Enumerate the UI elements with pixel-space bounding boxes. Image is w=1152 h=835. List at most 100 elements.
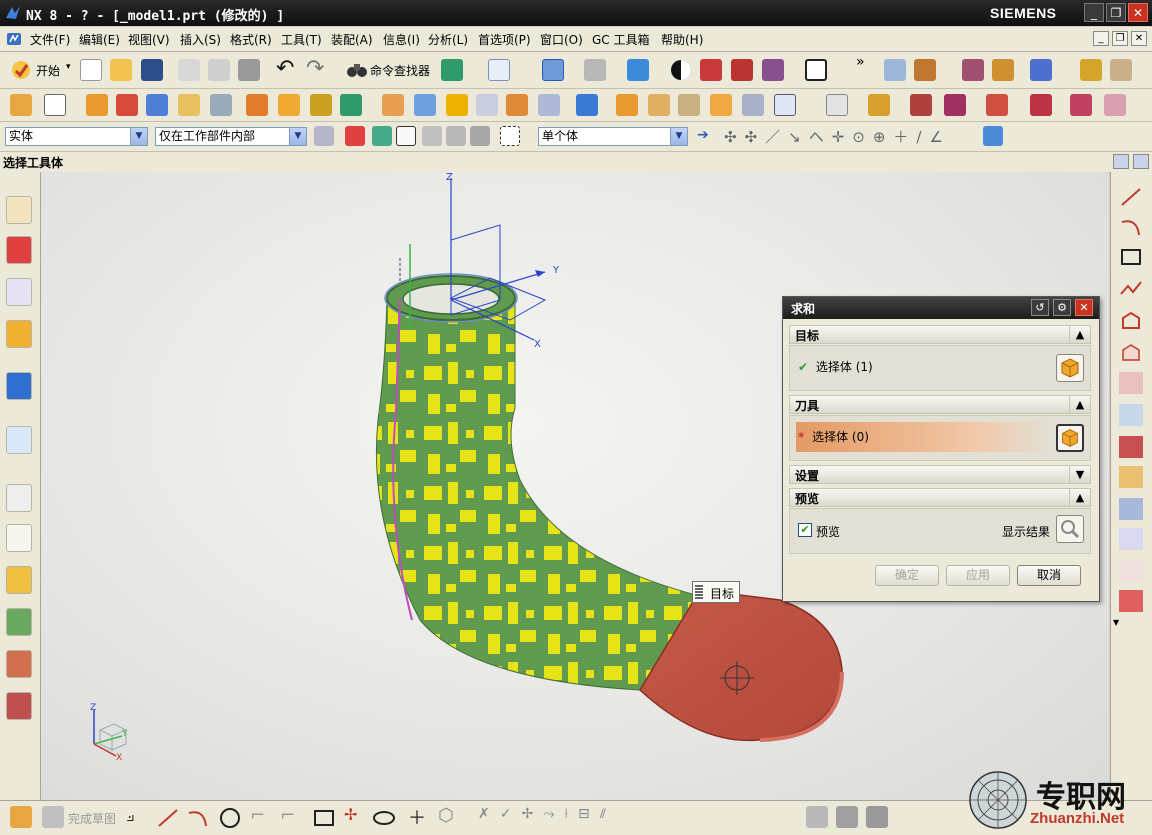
boss-icon[interactable] (178, 94, 200, 116)
start-button[interactable]: 开始 (36, 62, 60, 79)
menu-preferences[interactable]: 首选项(P) (478, 31, 531, 48)
rectangle-select-icon[interactable] (500, 126, 520, 146)
process-studio-icon[interactable] (6, 566, 32, 594)
menu-gc-toolkit[interactable]: GC 工具箱 (592, 31, 650, 48)
hd3d-tools-icon[interactable] (6, 372, 32, 400)
rectangle-icon[interactable] (1119, 246, 1143, 268)
close-button[interactable]: ✕ (1128, 3, 1148, 22)
animate-dimension-icon[interactable] (866, 806, 888, 828)
stack-icon[interactable] (884, 59, 906, 81)
app-menu-icon[interactable] (6, 31, 22, 47)
minimize-button[interactable]: _ (1084, 3, 1104, 22)
preview-checkbox[interactable]: ✔ (798, 523, 812, 537)
draft-icon[interactable] (538, 94, 560, 116)
constraint-display-icon[interactable] (806, 806, 828, 828)
menu-format[interactable]: 格式(R) (230, 31, 272, 48)
pattern-icon[interactable] (710, 94, 732, 116)
hole-icon[interactable] (146, 94, 168, 116)
pull-face-icon[interactable] (986, 94, 1008, 116)
menu-edit[interactable]: 编辑(E) (79, 31, 120, 48)
menu-file[interactable]: 文件(F) (30, 31, 70, 48)
roles-icon[interactable] (6, 650, 32, 678)
reuse-library-icon[interactable] (6, 320, 32, 348)
delete-face-icon[interactable] (910, 94, 932, 116)
wcs-icon[interactable] (914, 59, 936, 81)
copy-icon[interactable] (208, 59, 230, 81)
rectangle-icon[interactable] (312, 807, 336, 829)
slot-icon[interactable] (278, 94, 300, 116)
brush-icon[interactable] (1110, 59, 1132, 81)
point-icon[interactable]: ＋ (408, 804, 426, 830)
finish-sketch-icon[interactable] (42, 806, 64, 828)
cylinder-icon[interactable] (616, 94, 638, 116)
toolbar-overflow[interactable]: » (856, 54, 865, 70)
resize-blend-icon[interactable] (944, 94, 966, 116)
visibility-icon[interactable] (762, 59, 784, 81)
extrude-icon[interactable] (86, 94, 108, 116)
doc-close-button[interactable]: ✕ (1131, 31, 1147, 46)
target-body[interactable] (375, 297, 701, 691)
layout-icon[interactable] (1133, 154, 1149, 169)
brush-select-icon[interactable] (470, 126, 490, 146)
profile-icon[interactable]: ⟓ (126, 805, 135, 826)
body-snap-icon[interactable] (983, 126, 1003, 146)
sync-move-icon[interactable] (826, 94, 848, 116)
sphere-icon[interactable] (678, 94, 700, 116)
text-curve-icon[interactable] (1119, 560, 1143, 582)
layer-icon[interactable] (731, 59, 753, 81)
menu-view[interactable]: 视图(V) (128, 31, 170, 48)
scroll-down-icon[interactable]: ▼ (1113, 618, 1119, 627)
cancel-button[interactable]: 取消 (1017, 565, 1081, 586)
spline-icon[interactable] (1119, 278, 1143, 300)
sketch-icon[interactable] (10, 94, 32, 116)
trim-body-icon[interactable] (382, 94, 404, 116)
ellipse-icon[interactable] (372, 807, 396, 829)
project-curve-icon[interactable] (1119, 404, 1143, 426)
reset-icon[interactable]: ↺ (1031, 299, 1049, 316)
line-icon[interactable] (156, 807, 180, 829)
start-icon[interactable] (10, 59, 32, 81)
apply-button[interactable]: 应用 (946, 565, 1010, 586)
datum-plane-icon[interactable] (44, 94, 66, 116)
unite-icon[interactable] (340, 94, 362, 116)
fit-view-icon[interactable] (542, 59, 564, 81)
arc-icon[interactable] (1119, 216, 1143, 238)
paste-face-icon[interactable] (1070, 94, 1092, 116)
offset-curve-icon[interactable] (1119, 372, 1143, 394)
chamfer-icon[interactable]: ⌐ (280, 805, 295, 826)
circle-icon[interactable] (218, 807, 242, 829)
select-all-icon[interactable] (345, 126, 365, 146)
command-finder-button[interactable]: 命令查找器 (370, 62, 430, 79)
tool-select-row[interactable]: * 选择体 (0) (798, 422, 1058, 452)
menu-insert[interactable]: 插入(S) (180, 31, 221, 48)
doc-minimize-button[interactable]: _ (1093, 31, 1109, 46)
menu-tools[interactable]: 工具(T) (281, 31, 322, 48)
start-dropdown-icon[interactable]: ▾ (66, 62, 71, 72)
measure-icon[interactable] (962, 59, 984, 81)
mirror-icon[interactable] (742, 94, 764, 116)
body-rule-select[interactable]: 单个体 ▼ (538, 127, 688, 146)
constraint-navigator-icon[interactable] (6, 236, 32, 264)
type-filter-select[interactable]: 实体 ▼ (5, 127, 148, 146)
filter-icon[interactable] (314, 126, 334, 146)
arrow-icon[interactable] (1030, 59, 1052, 81)
cut-icon[interactable] (178, 59, 200, 81)
analysis-icon[interactable] (992, 59, 1014, 81)
section-curve-icon[interactable] (1119, 498, 1143, 520)
block-icon[interactable] (576, 94, 598, 116)
snap-point-icons[interactable]: ✣✣／↘ヘ✛⊙⊕＋∕∠ (724, 126, 951, 147)
menu-help[interactable]: 帮助(H) (661, 31, 703, 48)
arrow-right-icon[interactable]: ➔ (697, 127, 709, 143)
binoculars-icon[interactable] (346, 61, 368, 79)
offset-face-icon[interactable] (774, 94, 796, 116)
settings-section-header[interactable]: 设置 ▼ (789, 465, 1091, 484)
polygon-icon[interactable]: ✢ (344, 805, 357, 824)
lasso-icon[interactable] (446, 126, 466, 146)
open-folder-icon[interactable] (110, 59, 132, 81)
save-icon[interactable] (141, 59, 163, 81)
resource-bar-icon[interactable] (1113, 154, 1129, 169)
paste-icon[interactable] (238, 59, 260, 81)
background-icon[interactable] (805, 59, 827, 81)
show-result-button[interactable] (1056, 515, 1084, 543)
undo-icon[interactable]: ↶ (276, 56, 294, 81)
